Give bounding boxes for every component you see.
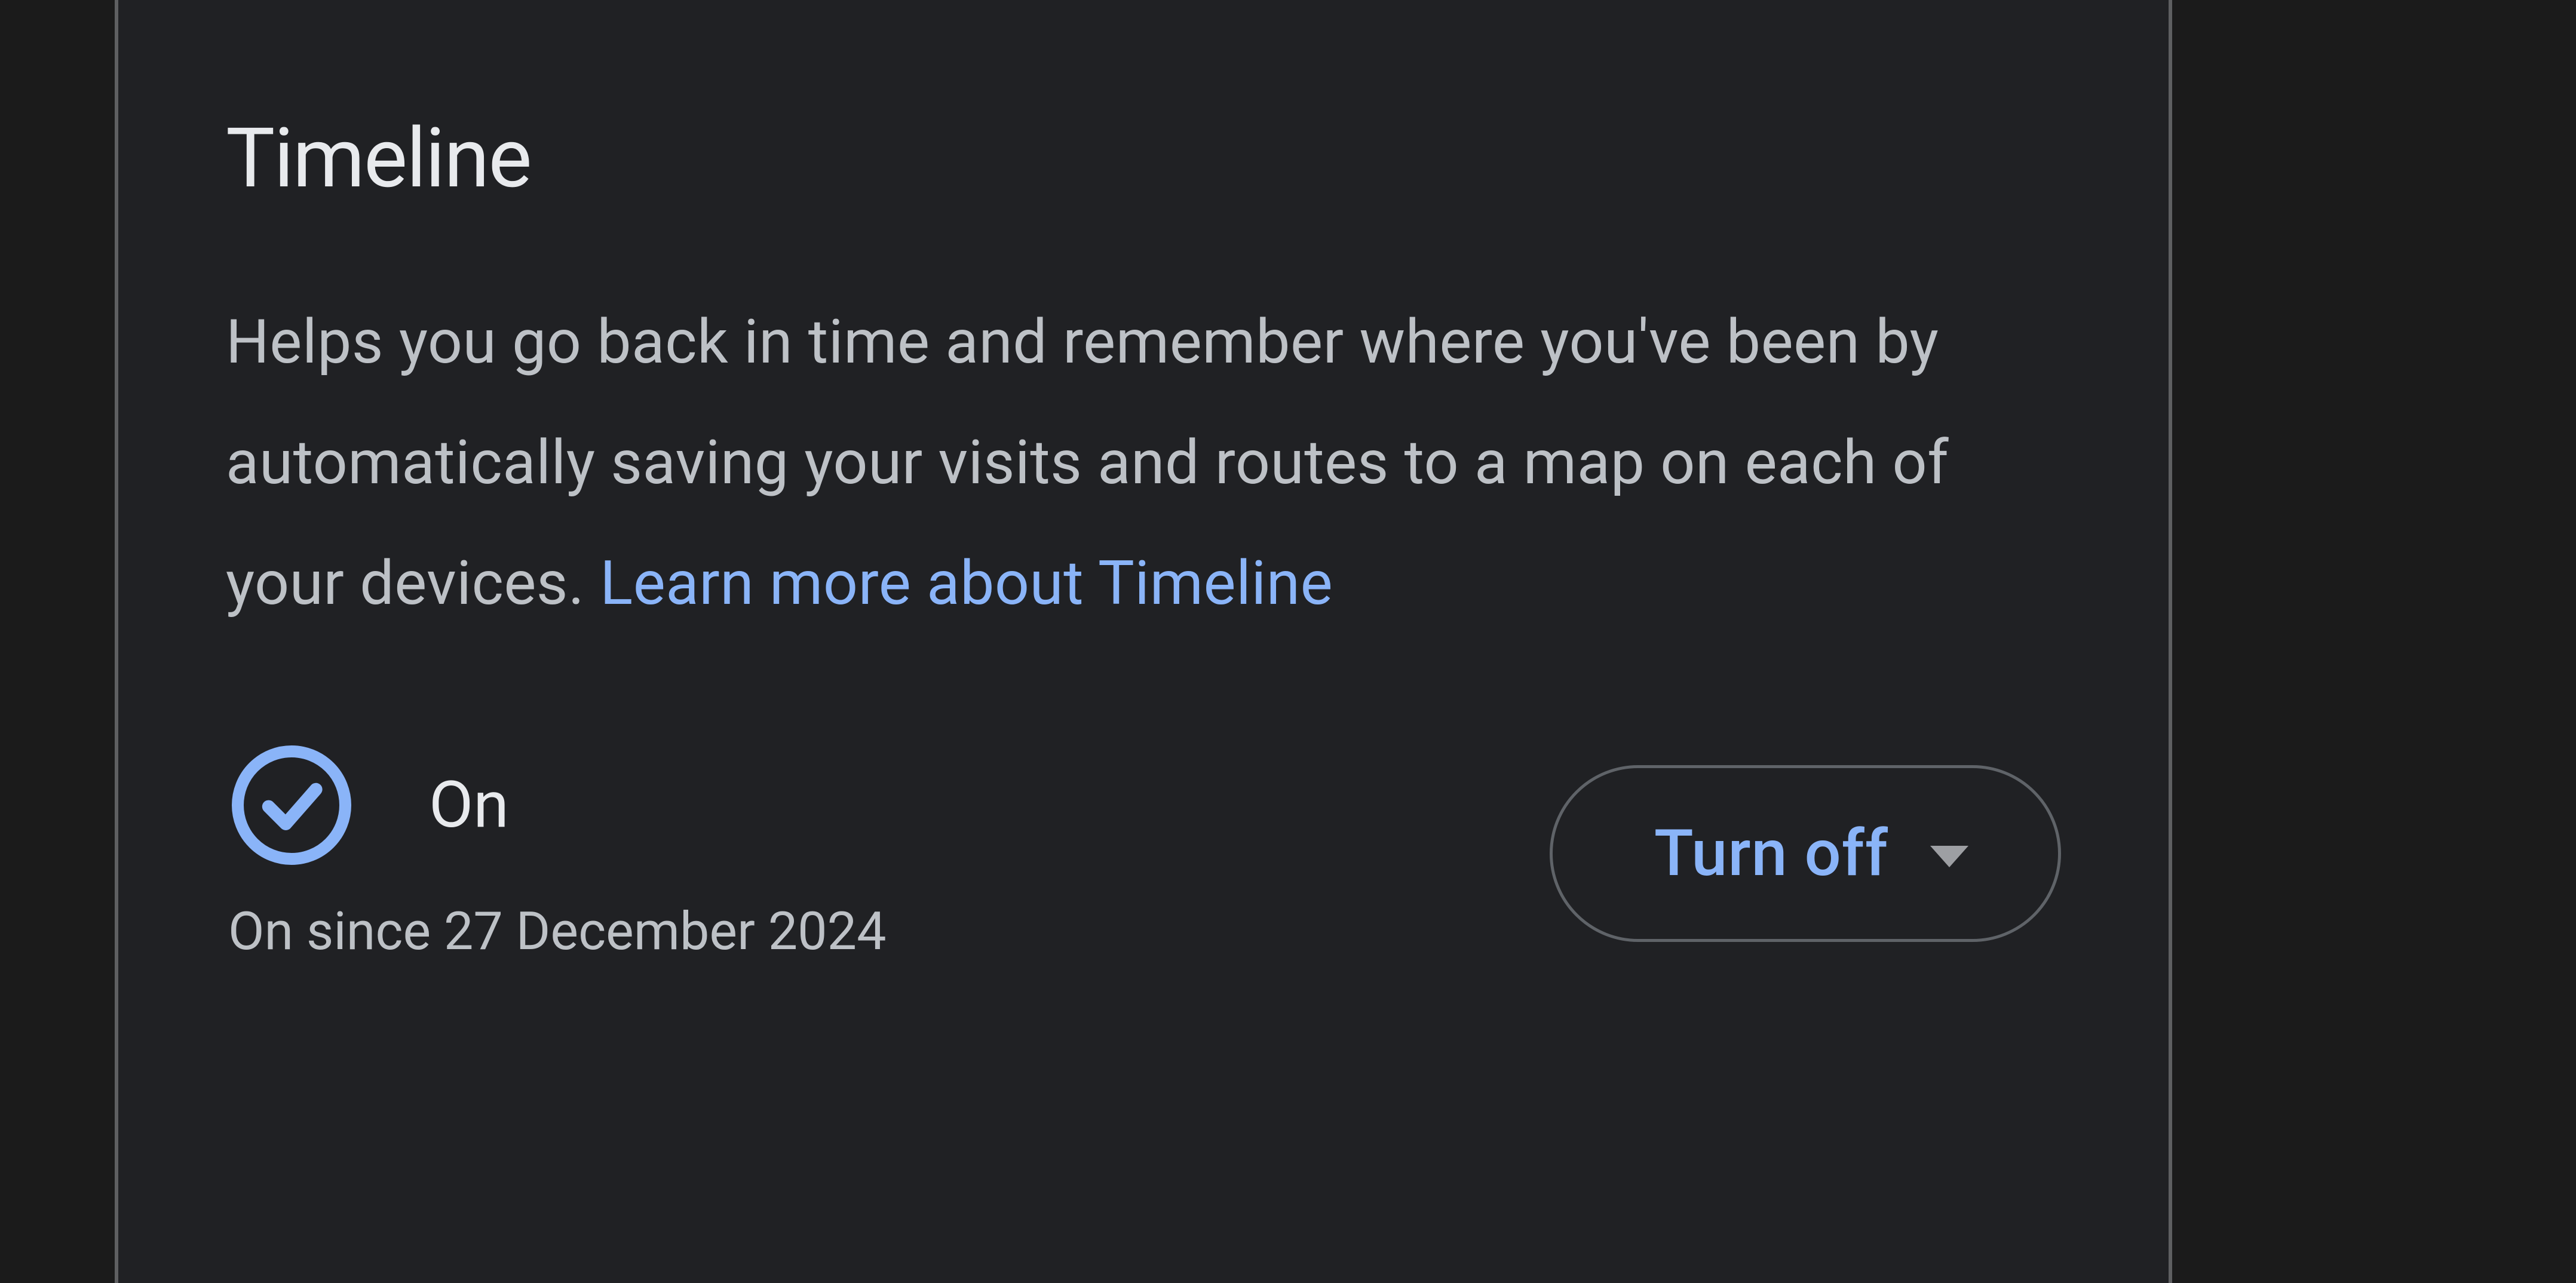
status-label: On [429, 768, 509, 843]
learn-more-link[interactable]: Learn more about Timeline [600, 547, 1333, 619]
turn-off-button[interactable]: Turn off [1550, 765, 2061, 942]
timeline-settings-card: Timeline Helps you go back in time and r… [118, 0, 2169, 1283]
chevron-down-icon [1930, 846, 1968, 867]
turn-off-button-label: Turn off [1654, 816, 1888, 891]
status-on-check-icon [232, 745, 351, 865]
status-since-text: On since 27 December 2024 [228, 901, 887, 962]
section-title: Timeline [226, 113, 2061, 204]
section-description: Helps you go back in time and remember w… [226, 282, 2061, 644]
